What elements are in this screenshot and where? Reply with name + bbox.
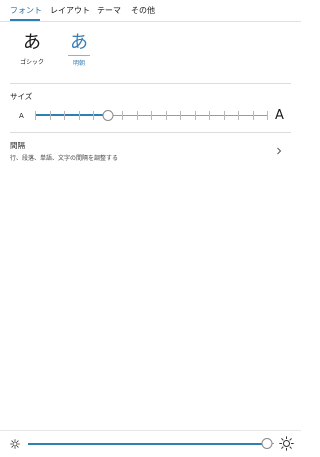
size-slider-tick — [267, 111, 268, 120]
size-slider-tick — [78, 111, 80, 120]
font-option-gothic[interactable]: あ ゴシック — [12, 32, 52, 67]
size-slider-tick — [252, 111, 254, 120]
spacing-description: 行、段落、単語、文字の間隔を調整する — [10, 155, 119, 162]
size-slider-tick — [165, 111, 167, 120]
active-tab-indicator — [10, 19, 40, 21]
brightness-bar — [0, 430, 301, 457]
size-small-label: A — [19, 112, 24, 120]
size-slider-tick — [151, 111, 152, 120]
settings-tabs: フォント レイアウト テーマ その他 — [0, 0, 301, 22]
size-slider-tick — [209, 111, 210, 120]
size-slider-thumb[interactable] — [102, 110, 113, 121]
brightness-slider-fill — [28, 443, 267, 445]
size-slider-tick — [238, 111, 239, 120]
font-option-label: 明朝 — [72, 60, 85, 67]
divider — [10, 83, 291, 84]
selected-font-underline — [68, 55, 90, 56]
tab-font[interactable]: フォント — [10, 5, 42, 16]
tab-other[interactable]: その他 — [131, 5, 155, 16]
size-slider-tick — [93, 111, 94, 120]
font-option-mincho[interactable]: あ 明朝 — [59, 33, 99, 67]
sun-small-icon — [10, 439, 20, 449]
brightness-slider[interactable] — [28, 437, 274, 451]
sun-large-icon — [279, 436, 294, 451]
size-slider-tick — [35, 111, 36, 120]
divider — [10, 132, 291, 133]
size-slider-tick — [136, 111, 138, 120]
tab-layout[interactable]: レイアウト — [50, 5, 90, 16]
size-slider-fill — [35, 114, 108, 116]
size-slider-tick — [180, 111, 181, 120]
tab-theme[interactable]: テーマ — [97, 5, 121, 16]
size-slider-tick — [49, 111, 51, 120]
size-section-title: サイズ — [10, 92, 33, 101]
size-slider-tick — [64, 111, 65, 120]
font-preview-glyph: あ — [70, 32, 88, 53]
size-slider-tick — [223, 111, 225, 120]
size-slider-tick — [194, 111, 196, 120]
spacing-settings-row[interactable]: 間隔 行、段落、単語、文字の間隔を調整する — [0, 134, 301, 168]
brightness-slider-thumb[interactable] — [261, 438, 273, 449]
spacing-title: 間隔 — [10, 141, 25, 150]
font-preview-glyph: あ — [23, 32, 41, 53]
reading-settings-panel: フォント レイアウト テーマ その他 あ ゴシック あ 明朝 サイズ A A 間… — [0, 0, 301, 457]
font-size-slider[interactable] — [35, 110, 268, 122]
size-slider-tick — [122, 111, 123, 120]
size-large-label: A — [275, 108, 284, 123]
font-option-label: ゴシック — [19, 59, 44, 66]
chevron-right-icon — [277, 147, 282, 155]
